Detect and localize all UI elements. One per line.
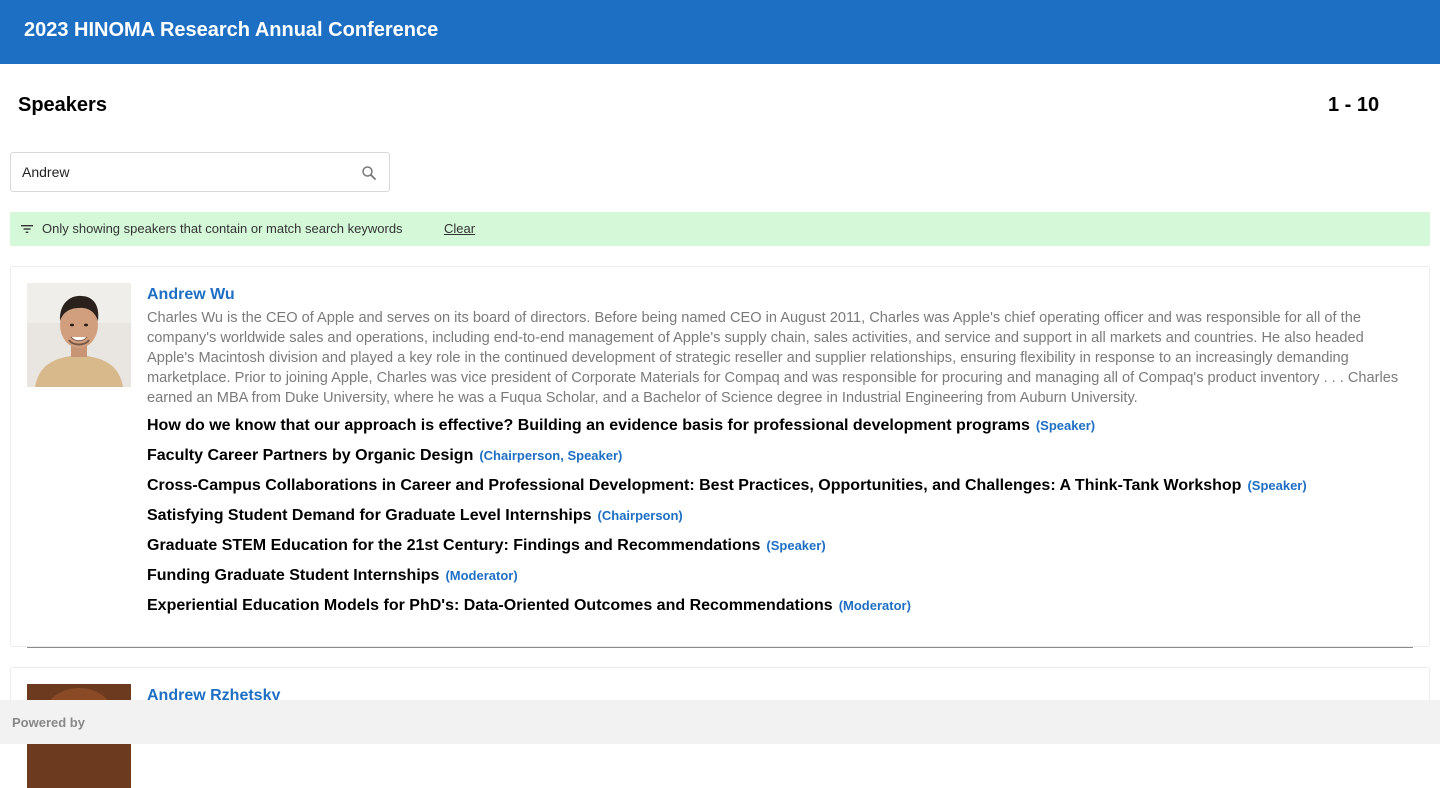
session-role: (Chairperson, Speaker) <box>479 448 623 463</box>
conference-title: 2023 HINOMA Research Annual Conference <box>24 19 439 41</box>
search-input[interactable]: Andrew <box>10 152 390 192</box>
session-role: (Speaker) <box>1247 478 1307 493</box>
top-app-bar: 2023 HINOMA Research Annual Conference <box>0 0 1440 64</box>
speaker-photo <box>27 283 131 387</box>
session-title[interactable]: Graduate STEM Education for the 21st Cen… <box>147 537 760 554</box>
search-input-value[interactable]: Andrew <box>22 164 69 180</box>
speaker-card: Andrew Wu Charles Wu is the CEO of Apple… <box>10 266 1430 647</box>
session-item: Faculty Career Partners by Organic Desig… <box>147 447 1407 477</box>
filter-notice: Only showing speakers that contain or ma… <box>10 212 1430 246</box>
session-list: How do we know that our approach is effe… <box>147 417 1407 627</box>
session-role: (Speaker) <box>766 538 826 553</box>
divider <box>27 647 1413 648</box>
powered-by-label: Powered by <box>12 715 85 730</box>
session-role: (Chairperson) <box>597 508 683 523</box>
filter-message: Only showing speakers that contain or ma… <box>42 221 403 236</box>
session-item: Graduate STEM Education for the 21st Cen… <box>147 537 1407 567</box>
session-item: Satisfying Student Demand for Graduate L… <box>147 507 1407 537</box>
speaker-name[interactable]: Andrew Wu <box>147 286 235 304</box>
filter-icon <box>21 225 33 233</box>
search-icon[interactable] <box>360 164 378 182</box>
session-item: Funding Graduate Student Internships (Mod… <box>147 567 1407 597</box>
speaker-bio: Charles Wu is the CEO of Apple and serve… <box>147 310 1399 406</box>
session-title[interactable]: Faculty Career Partners by Organic Desig… <box>147 447 473 464</box>
session-title[interactable]: Satisfying Student Demand for Graduate L… <box>147 507 592 524</box>
session-title[interactable]: How do we know that our approach is effe… <box>147 417 1030 434</box>
session-title[interactable]: Funding Graduate Student Internships <box>147 567 439 584</box>
footer: Powered by <box>0 700 1440 744</box>
clear-filter-link[interactable]: Clear <box>444 221 475 236</box>
page-title: Speakers <box>18 94 107 116</box>
session-item: How do we know that our approach is effe… <box>147 417 1407 447</box>
session-item: Experiential Education Models for PhD's:… <box>147 597 1407 627</box>
results-range: 1 - 10 <box>1328 94 1380 116</box>
session-role: (Moderator) <box>445 568 518 583</box>
session-title[interactable]: Experiential Education Models for PhD's:… <box>147 597 833 614</box>
session-title[interactable]: Cross-Campus Collaborations in Career an… <box>147 477 1241 494</box>
session-item: Cross-Campus Collaborations in Career an… <box>147 477 1407 507</box>
session-role: (Moderator) <box>838 598 911 613</box>
session-role: (Speaker) <box>1035 418 1096 433</box>
